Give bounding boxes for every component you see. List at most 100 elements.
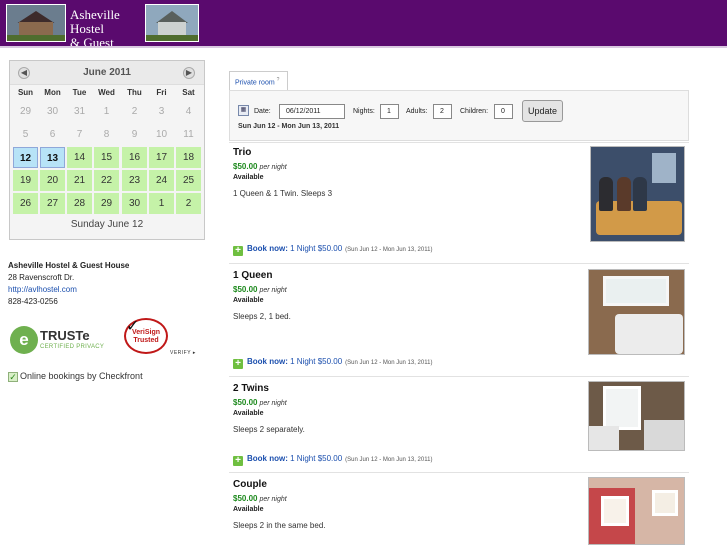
room-status: Available: [233, 174, 264, 181]
calendar-day[interactable]: 19: [13, 170, 38, 191]
verisign-badge[interactable]: VeriSign Trusted ✓ VERIFY ▸: [124, 318, 200, 358]
calendar-day[interactable]: 29: [94, 193, 119, 214]
calendar-day[interactable]: 13: [40, 147, 65, 168]
room-divider: [229, 142, 689, 143]
checkfront-check-icon: ✓: [8, 372, 18, 382]
calendar-icon[interactable]: ▦: [238, 105, 249, 116]
guest-house-photo: [145, 4, 199, 42]
room-photo-couple[interactable]: [588, 477, 685, 545]
room-photo-queen[interactable]: [588, 269, 685, 355]
adults-label: Adults:: [406, 108, 428, 115]
nights-label: Nights:: [353, 108, 375, 115]
price-value: $50.00: [233, 162, 258, 171]
checkfront-credit[interactable]: ✓ Online bookings by Checkfront: [8, 371, 143, 382]
calendar-day[interactable]: 24: [149, 170, 174, 191]
calendar-day: 5: [22, 129, 29, 140]
children-label: Children:: [460, 108, 489, 115]
calendar-day[interactable]: 14: [67, 147, 92, 168]
book-now-label[interactable]: Book now:: [247, 454, 288, 463]
room-photo-trio[interactable]: [590, 146, 685, 242]
booking-form: ▦ Date: 06/12/2011 Nights: 1 Adults: 2 C…: [229, 90, 689, 141]
website-link[interactable]: http://avlhostel.com: [8, 285, 77, 294]
help-icon[interactable]: ?: [277, 77, 280, 83]
calendar-day: 11: [183, 129, 194, 140]
room-photo-twins[interactable]: [588, 381, 685, 451]
calendar-day[interactable]: 22: [94, 170, 119, 191]
calendar-day: 4: [185, 106, 192, 117]
book-range: (Sun Jun 12 - Mon Jun 13, 2011): [345, 360, 433, 366]
calendar-day[interactable]: 26: [13, 193, 38, 214]
room-divider: [229, 472, 689, 473]
calendar-day[interactable]: 27: [40, 193, 65, 214]
truste-badge[interactable]: e TRUSTe CERTIFIED PRIVACY: [10, 326, 115, 356]
calendar-day[interactable]: 25: [176, 170, 201, 191]
book-range: (Sun Jun 12 - Mon Jun 13, 2011): [345, 247, 433, 253]
update-button[interactable]: Update: [522, 100, 563, 122]
book-now-link[interactable]: + Book now: 1 Night $50.00 (Sun Jun 12 - M…: [233, 454, 432, 466]
add-icon[interactable]: +: [233, 246, 243, 256]
room-price: $50.00 per night: [233, 285, 287, 294]
children-input[interactable]: 0: [494, 104, 513, 119]
weekday-header: Wed: [98, 88, 115, 97]
verisign-line2: Trusted: [133, 337, 159, 344]
room-status: Available: [233, 506, 264, 513]
calendar-month: June 2011: [83, 67, 131, 78]
calendar-day[interactable]: 20: [40, 170, 65, 191]
book-nights[interactable]: 1 Night $50.00: [290, 454, 342, 463]
add-icon[interactable]: +: [233, 359, 243, 369]
tab-private-room[interactable]: Private room ?: [229, 71, 288, 91]
book-nights[interactable]: 1 Night $50.00: [290, 244, 342, 253]
calendar-day[interactable]: 2: [176, 193, 201, 214]
contact-info: Asheville Hostel & Guest House 28 Ravens…: [8, 260, 129, 308]
book-now-link[interactable]: + Book now: 1 Night $50.00 (Sun Jun 12 - M…: [233, 244, 432, 256]
room-status: Available: [233, 410, 264, 417]
book-now-label[interactable]: Book now:: [247, 244, 288, 253]
truste-name: TRUSTe: [40, 328, 90, 343]
date-input[interactable]: 06/12/2011: [279, 104, 345, 119]
truste-logo-icon: e: [10, 326, 38, 354]
price-unit: per night: [259, 496, 287, 503]
weekday-header: Sat: [182, 88, 195, 97]
hostel-photo-logo[interactable]: [6, 4, 66, 42]
calendar-day[interactable]: 23: [122, 170, 147, 191]
site-title[interactable]: Asheville Hostel & Guest House: [70, 8, 142, 64]
room-price: $50.00 per night: [233, 398, 287, 407]
calendar-day: 31: [73, 106, 86, 117]
adults-input[interactable]: 2: [433, 104, 452, 119]
calendar-day: 9: [131, 129, 138, 140]
price-value: $50.00: [233, 398, 258, 407]
calendar-day: 6: [49, 129, 56, 140]
calendar-day[interactable]: 16: [122, 147, 147, 168]
price-value: $50.00: [233, 494, 258, 503]
room-name: 1 Queen: [233, 270, 273, 281]
room-price: $50.00 per night: [233, 494, 287, 503]
book-now-link[interactable]: + Book now: 1 Night $50.00 (Sun Jun 12 - M…: [233, 357, 432, 369]
book-now-label[interactable]: Book now:: [247, 357, 288, 366]
book-range: (Sun Jun 12 - Mon Jun 13, 2011): [345, 457, 433, 463]
calendar-day[interactable]: 17: [149, 147, 174, 168]
add-icon[interactable]: +: [233, 456, 243, 466]
truste-subtitle: CERTIFIED PRIVACY: [40, 344, 105, 350]
price-unit: per night: [259, 287, 287, 294]
calendar-day: 8: [103, 129, 110, 140]
calendar-day[interactable]: 21: [67, 170, 92, 191]
business-name: Asheville Hostel & Guest House: [8, 261, 130, 270]
nights-input[interactable]: 1: [380, 104, 399, 119]
calendar-day[interactable]: 28: [67, 193, 92, 214]
arrow-right-icon[interactable]: ▶: [183, 67, 195, 79]
date-range: Sun Jun 12 - Mon Jun 13, 2011: [238, 123, 340, 130]
verisign-verify: VERIFY ▸: [170, 350, 196, 356]
book-nights[interactable]: 1 Night $50.00: [290, 357, 342, 366]
calendar-day[interactable]: 12: [13, 147, 38, 168]
room-description: Sleeps 2 in the same bed.: [233, 521, 326, 530]
calendar-day: 30: [46, 106, 59, 117]
calendar-day[interactable]: 30: [122, 193, 147, 214]
tab-label: Private room: [235, 79, 275, 87]
calendar-day[interactable]: 1: [149, 193, 174, 214]
room-divider: [229, 263, 689, 264]
calendar-header: ◀ June 2011 ▶: [10, 61, 204, 85]
calendar-day[interactable]: 15: [94, 147, 119, 168]
date-label: Date:: [254, 108, 271, 115]
site-header: Asheville Hostel & Guest House: [0, 0, 727, 64]
calendar-day[interactable]: 18: [176, 147, 201, 168]
